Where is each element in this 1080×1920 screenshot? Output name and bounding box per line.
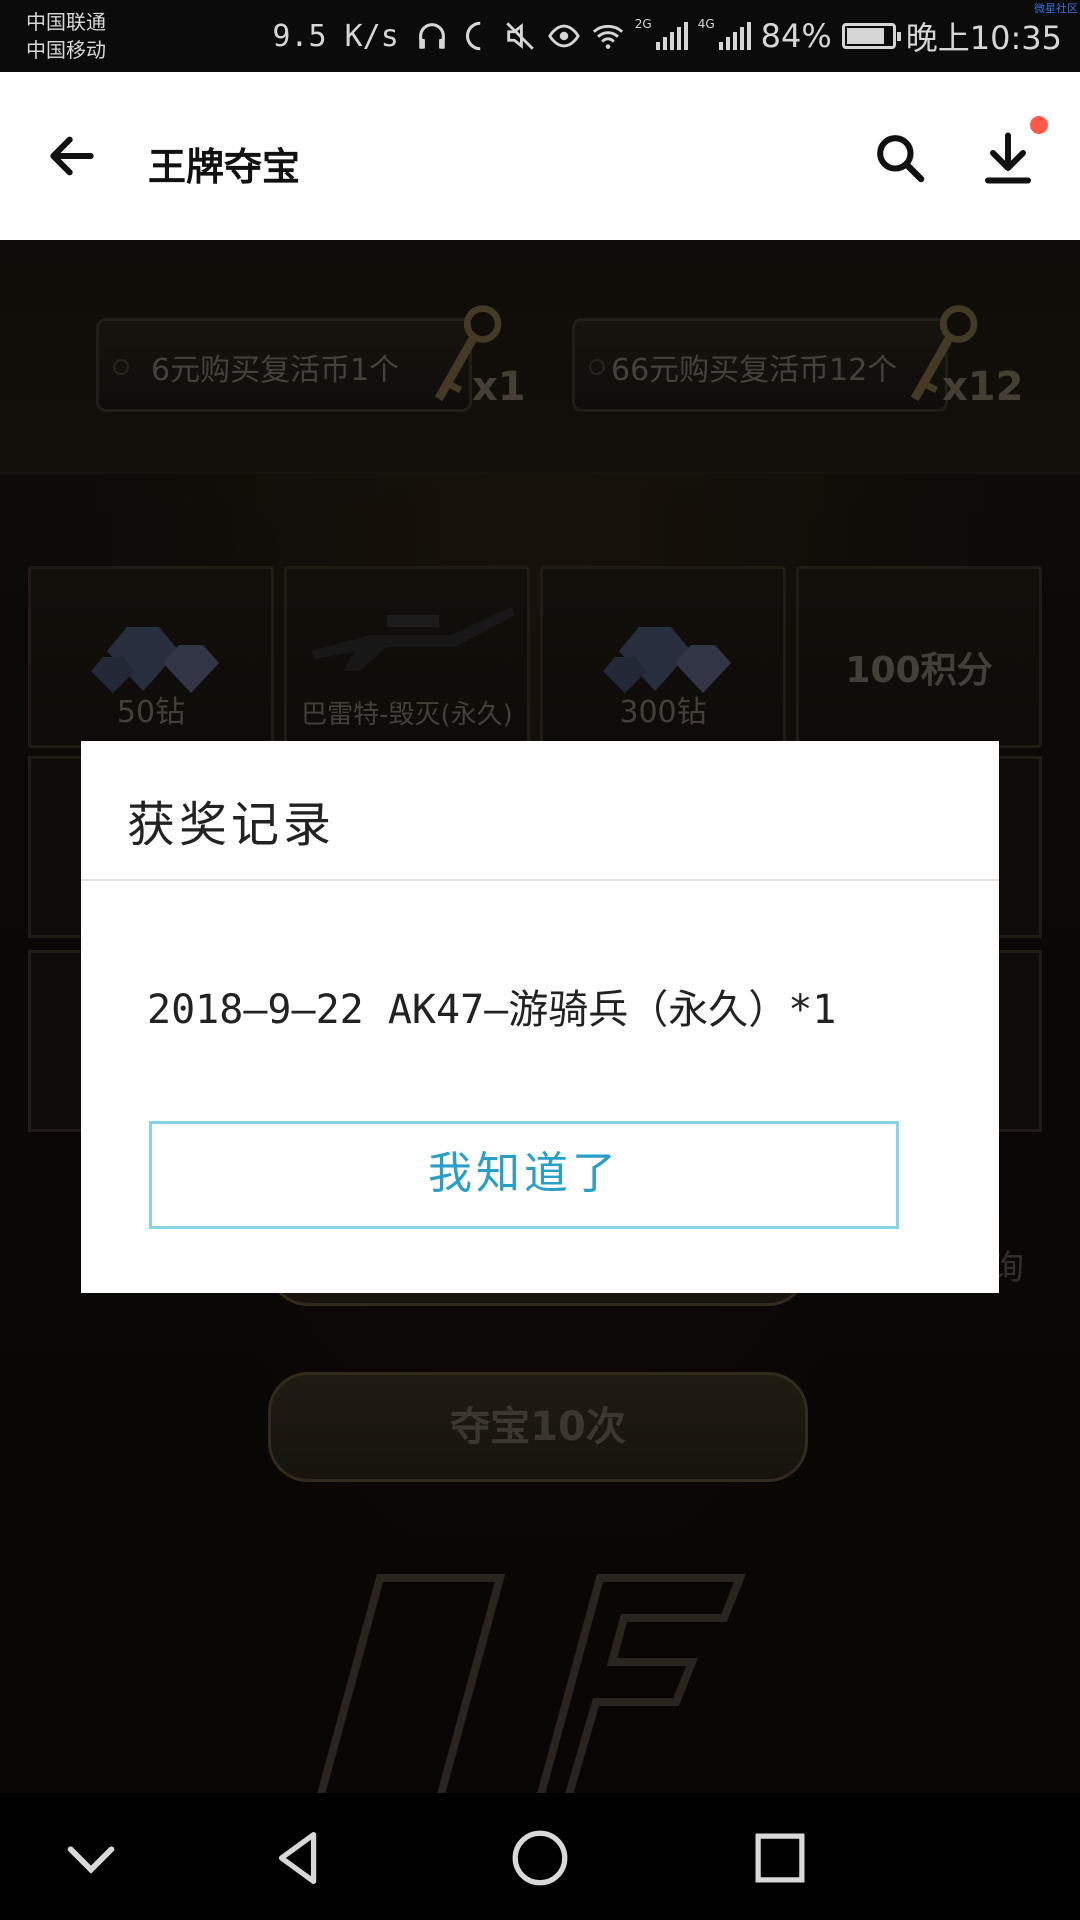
search-icon[interactable]: [872, 130, 928, 186]
download-icon[interactable]: [978, 128, 1038, 188]
moon-icon: [465, 21, 481, 51]
confirm-button[interactable]: 我知道了: [149, 1121, 899, 1229]
chevron-down-icon[interactable]: [56, 1823, 126, 1893]
clock: 晚上10:35: [905, 19, 1062, 57]
eye-icon: [547, 24, 580, 48]
dialog-title: 获奖记录: [127, 797, 336, 853]
signal-label-2: 4G: [697, 17, 715, 31]
network-speed: 9.5 K/s: [272, 18, 399, 54]
status-icons: 9.5 K/s 2G 4G 84% 晚上10:35: [272, 14, 1062, 58]
prize-record-entry: 2018—9—22 AK47—游骑兵（永久）*1: [147, 987, 837, 1033]
page-title: 王牌夺宝: [148, 144, 301, 189]
prize-record-dialog: 获奖记录 2018—9—22 AK47—游骑兵（永久）*1 我知道了: [81, 741, 999, 1293]
dialog-divider: [81, 879, 999, 881]
signal-label-1: 2G: [634, 17, 652, 31]
status-bar: 中国联通 中国移动 微星社区 9.5 K/s 2G 4G 84% 晚上10:35: [0, 0, 1080, 72]
signal-icon: [655, 22, 688, 50]
notification-dot: [1030, 116, 1048, 134]
carrier-1: 中国联通: [26, 10, 106, 34]
app-bar: 王牌夺宝: [0, 72, 1080, 240]
recents-square-icon[interactable]: [745, 1823, 815, 1893]
carrier-info: 中国联通 中国移动: [26, 8, 106, 64]
signal-icon: [718, 22, 751, 50]
system-nav-bar: [0, 1793, 1080, 1920]
battery-percent: 84%: [760, 17, 832, 55]
headphones-icon: [418, 23, 445, 49]
mute-icon: [506, 22, 534, 50]
back-arrow-icon[interactable]: [44, 128, 100, 184]
home-circle-icon[interactable]: [505, 1823, 575, 1893]
battery-icon: [841, 23, 901, 49]
back-triangle-icon[interactable]: [264, 1823, 334, 1893]
wifi-icon: [592, 24, 623, 49]
carrier-2: 中国移动: [26, 38, 106, 62]
